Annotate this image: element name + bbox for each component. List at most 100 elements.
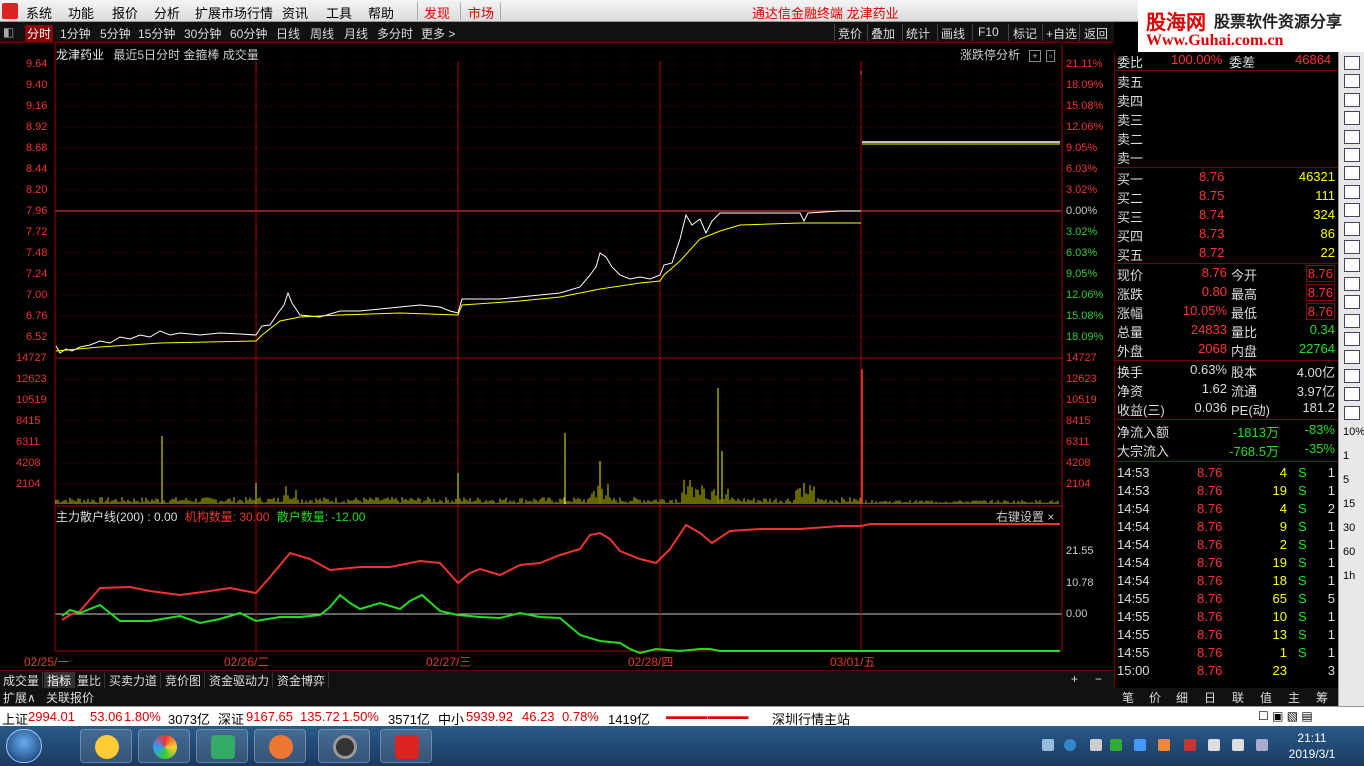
ad-banner[interactable]: 股海网 股票软件资源分享 Www.Guhai.com.cn [1138,0,1364,52]
side-tool-icon[interactable] [1344,405,1360,420]
tray-icon[interactable] [1090,739,1102,751]
tab-price[interactable]: 价 [1149,689,1161,706]
menu-tools[interactable]: 工具 [326,3,352,22]
taskbar-app-monitor[interactable] [196,729,248,763]
tray-icon[interactable] [1134,739,1146,751]
side-tool-icon[interactable] [1344,295,1360,310]
tab-more[interactable]: 更多 > [421,25,455,42]
tab-volume[interactable]: 成交量 [0,672,44,689]
side-tool-icon[interactable] [1344,350,1360,365]
tab-related[interactable]: 联 [1232,689,1244,706]
side-tool-icon[interactable] [1344,221,1360,236]
tray-icon[interactable] [1158,739,1170,751]
menu-system[interactable]: 系统 [26,3,52,22]
btn-mark[interactable]: 标记 [1013,25,1037,42]
restore-icon[interactable]: ▫ [1045,50,1056,62]
tab-volume-ratio[interactable]: 量比 [74,672,106,689]
right-click-settings[interactable]: 右键设置 × [996,508,1054,525]
tab-auction-chart[interactable]: 竞价图 [162,672,206,689]
menu-news[interactable]: 资讯 [282,3,308,22]
side-tool-icon[interactable] [1344,203,1360,218]
side-tool-icon[interactable] [1344,332,1360,346]
network-icon[interactable] [1256,739,1268,751]
side-tool-icon[interactable] [1344,387,1360,402]
side-tool-icon[interactable] [1344,129,1360,144]
tab-fund-drive[interactable]: 资金驱动力 [206,672,274,689]
btn-overlay[interactable]: 叠加 [871,25,895,42]
side-period-number[interactable]: 1h [1343,570,1355,582]
limit-analysis[interactable]: 涨跌停分析 + ▫ [960,46,1056,63]
tab-value[interactable]: 值 [1260,689,1272,706]
help-icon[interactable] [1064,739,1076,751]
tab-main[interactable]: 主 [1288,689,1300,706]
tab-day[interactable]: 日 [1204,689,1216,706]
btn-stats[interactable]: 统计 [906,25,930,42]
btn-f10[interactable]: F10 [978,25,999,39]
tray-icon[interactable] [1208,739,1220,751]
menu-extended-market[interactable]: 扩展市场行情 [195,3,273,22]
tab-indicator[interactable]: 指标 [44,672,76,689]
tab-60min[interactable]: 60分钟 [230,25,267,42]
side-tool-icon[interactable] [1344,111,1360,126]
zoom-out-icon[interactable]: − [1092,672,1105,686]
add-icon[interactable]: + [1029,50,1041,62]
btn-related-quote[interactable]: 关联报价 [46,689,94,706]
clock[interactable]: 21:11 2019/3/1 [1282,730,1342,762]
side-period-number[interactable]: 30 [1343,522,1355,534]
tab-monthly[interactable]: 月线 [344,25,368,42]
volume-icon[interactable] [1232,739,1244,751]
side-period-number[interactable]: 5 [1343,474,1349,486]
buy-level-row[interactable]: 买二 8.75 111 [1115,188,1339,206]
side-period-number[interactable]: 10% [1343,426,1364,438]
side-tool-icon[interactable] [1344,56,1360,70]
btn-auction[interactable]: 竞价 [838,25,862,42]
side-tool-icon[interactable] [1344,74,1360,89]
side-tool-icon[interactable] [1344,148,1360,162]
taskbar-app-vm[interactable] [254,729,306,763]
tab-fund-game[interactable]: 资金博弈 [274,672,330,689]
chart-area[interactable]: 龙津药业 最近5日分时 金箍棒 成交量 涨跌停分析 + ▫ 9.64 9.40 9.… [0,43,1114,670]
tab-intraday[interactable]: 分时 [25,25,54,42]
tab-1min[interactable]: 1分钟 [60,25,91,42]
tray-icon[interactable] [1184,739,1196,751]
side-tool-icon[interactable] [1344,313,1360,328]
side-tool-icon[interactable] [1344,166,1360,181]
tab-buy-sell-force[interactable]: 买卖力道 [106,672,162,689]
buy-level-row[interactable]: 买三 8.74 324 [1115,207,1339,225]
keyboard-icon[interactable] [1042,739,1054,751]
tab-multi-intraday[interactable]: 多分时 [377,25,413,42]
taskbar-app-browser[interactable] [138,729,190,763]
tab-chips[interactable]: 筹 [1316,689,1328,706]
buy-level-row[interactable]: 买五 8.72 22 [1115,245,1339,263]
btn-expand[interactable]: 扩展∧ [3,689,36,706]
tab-30min[interactable]: 30分钟 [184,25,221,42]
btn-back[interactable]: 返回 [1084,25,1108,42]
tab-5min[interactable]: 5分钟 [100,25,131,42]
side-tool-icon[interactable] [1344,276,1360,291]
zoom-in-icon[interactable]: + [1068,672,1081,686]
menu-analysis[interactable]: 分析 [154,3,180,22]
tab-weekly[interactable]: 周线 [310,25,334,42]
tab-detail[interactable]: 细 [1176,689,1188,706]
tray-icon[interactable] [1110,739,1122,751]
tab-15min[interactable]: 15分钟 [138,25,175,42]
menu-quote[interactable]: 报价 [112,3,138,22]
panel-toggle-icon[interactable]: ◧ [3,25,14,39]
window-controls-icon[interactable]: ☐ ▣ ▧ ▤ [1258,709,1313,723]
menu-function[interactable]: 功能 [68,3,94,22]
tab-trades[interactable]: 笔 [1122,689,1134,706]
btn-draw[interactable]: 画线 [941,25,965,42]
buy-level-row[interactable]: 买一 8.76 46321 [1115,169,1339,187]
menu-discover[interactable]: 发现 [424,3,450,22]
menu-market[interactable]: 市场 [468,3,494,22]
side-period-number[interactable]: 60 [1343,546,1355,558]
side-tool-icon[interactable] [1344,92,1360,107]
side-tool-icon[interactable] [1344,258,1360,273]
taskbar-app-tdx[interactable] [380,729,432,763]
side-tool-icon[interactable] [1344,240,1360,254]
btn-add-favorite[interactable]: +自选 [1046,25,1077,42]
menu-help[interactable]: 帮助 [368,3,394,22]
tab-daily[interactable]: 日线 [276,25,300,42]
taskbar-app-camera[interactable] [318,729,370,763]
side-tool-icon[interactable] [1344,184,1360,199]
